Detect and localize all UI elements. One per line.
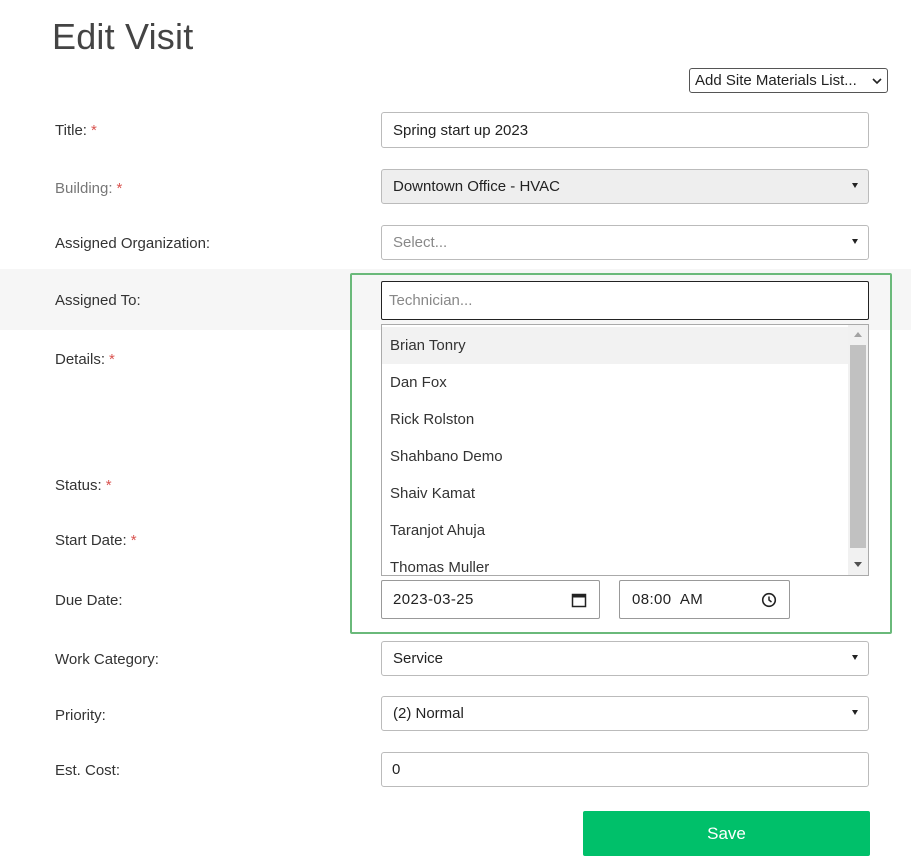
due-date-value: 2023-03-25 — [393, 591, 474, 608]
technician-search-input[interactable]: Technician... — [381, 281, 869, 320]
clock-icon[interactable] — [761, 592, 777, 608]
scroll-thumb[interactable] — [850, 345, 866, 548]
assigned-to-label: Assigned To: — [55, 292, 141, 309]
calendar-icon[interactable] — [571, 592, 587, 608]
status-label: Status: * — [55, 477, 112, 494]
technician-placeholder: Technician... — [389, 292, 473, 309]
work-category-select[interactable]: Service — [381, 641, 869, 676]
required-marker: * — [130, 532, 137, 549]
required-marker: * — [116, 180, 123, 197]
technician-options: Brian Tonry Dan Fox Rick Rolston Shahban… — [382, 327, 848, 575]
list-item[interactable]: Brian Tonry — [382, 327, 848, 364]
list-item[interactable]: Dan Fox — [382, 364, 848, 401]
priority-value: (2) Normal — [393, 705, 464, 722]
due-time-input[interactable]: 08:00 AM — [619, 580, 790, 619]
list-item[interactable]: Shahbano Demo — [382, 438, 848, 475]
start-date-label: Start Date: * — [55, 532, 137, 549]
est-cost-label: Est. Cost: — [55, 762, 121, 779]
due-date-label: Due Date: — [55, 592, 123, 609]
chevron-down-icon — [852, 183, 858, 188]
required-marker: * — [105, 477, 112, 494]
materials-select-label: Add Site Materials List... — [695, 72, 857, 89]
chevron-down-icon — [852, 239, 858, 244]
scroll-up-arrow-icon[interactable] — [854, 332, 862, 337]
technician-listbox[interactable]: Brian Tonry Dan Fox Rick Rolston Shahban… — [381, 324, 869, 576]
due-date-input[interactable]: 2023-03-25 — [381, 580, 600, 619]
list-item[interactable]: Shaiv Kamat — [382, 475, 848, 512]
due-time-value: 08:00 AM — [632, 591, 704, 608]
assigned-organization-select[interactable]: Select... — [381, 225, 869, 260]
chevron-down-icon — [852, 710, 858, 715]
listbox-scrollbar[interactable] — [848, 325, 868, 575]
assigned-organization-label: Assigned Organization: — [55, 235, 211, 252]
add-site-materials-select[interactable]: Add Site Materials List... — [689, 68, 888, 93]
est-cost-input[interactable]: 0 — [381, 752, 869, 787]
assigned-organization-placeholder: Select... — [393, 234, 448, 251]
scroll-down-arrow-icon[interactable] — [854, 562, 862, 567]
building-label: Building: * — [55, 180, 123, 197]
work-category-value: Service — [393, 650, 444, 667]
required-marker: * — [90, 122, 97, 139]
list-item[interactable]: Taranjot Ahuja — [382, 512, 848, 549]
list-item[interactable]: Rick Rolston — [382, 401, 848, 438]
building-select-value: Downtown Office - HVAC — [393, 178, 560, 195]
chevron-down-icon — [852, 655, 858, 660]
priority-label: Priority: — [55, 707, 106, 724]
building-select[interactable]: Downtown Office - HVAC — [381, 169, 869, 204]
title-label: Title: * — [55, 122, 97, 139]
list-item[interactable]: Thomas Muller — [382, 549, 848, 575]
priority-select[interactable]: (2) Normal — [381, 696, 869, 731]
title-input-value: Spring start up 2023 — [393, 121, 529, 139]
est-cost-value: 0 — [392, 761, 401, 778]
title-input[interactable]: Spring start up 2023 — [381, 112, 869, 148]
chevron-down-icon — [872, 78, 882, 85]
required-marker: * — [109, 351, 115, 368]
details-label: Details: * — [55, 351, 115, 368]
work-category-label: Work Category: — [55, 651, 159, 668]
page-title: Edit Visit — [52, 16, 194, 57]
save-button[interactable]: Save — [583, 811, 870, 856]
